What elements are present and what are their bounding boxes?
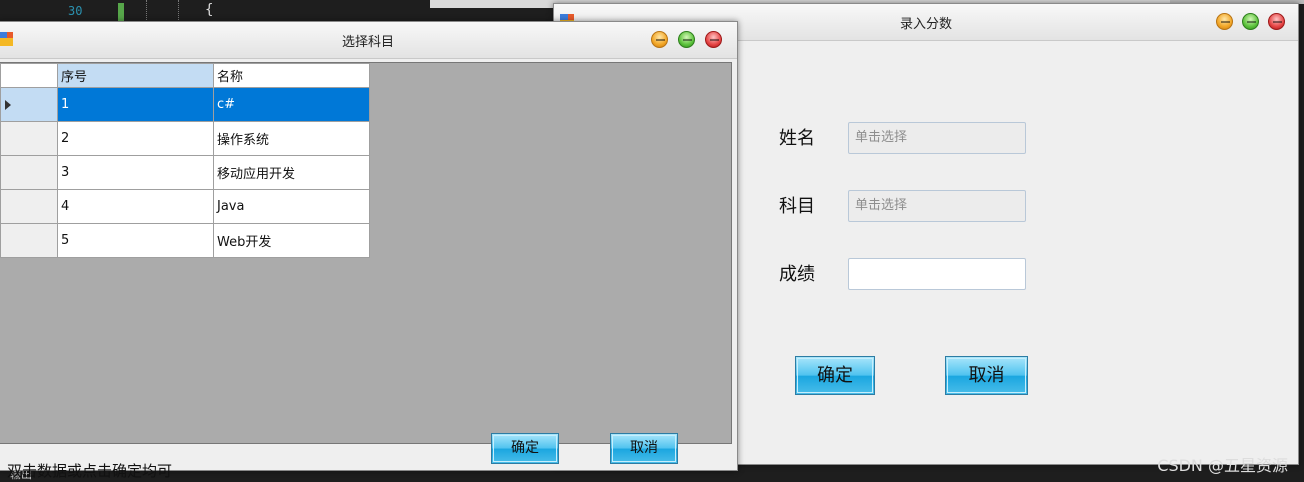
- table-row[interactable]: 1 c#: [0, 87, 370, 122]
- cell-id[interactable]: 3: [57, 155, 214, 190]
- ok-button[interactable]: 确定: [491, 433, 559, 464]
- maximize-button[interactable]: [1242, 13, 1259, 30]
- indent-guide: [178, 0, 180, 22]
- row-header[interactable]: [0, 189, 58, 224]
- column-header-id[interactable]: 序号: [57, 63, 214, 88]
- subject-grid: 序号 名称 1 c# 2 操作系统 3 移动应用开发 4 Java 5 Web开…: [0, 63, 370, 258]
- ok-button[interactable]: 确定: [795, 356, 875, 395]
- minimize-button[interactable]: [651, 31, 668, 48]
- row-header[interactable]: [0, 87, 58, 122]
- column-header-name[interactable]: 名称: [213, 63, 370, 88]
- window-title: 选择科目: [341, 35, 394, 50]
- row-header[interactable]: [0, 121, 58, 156]
- code-brace: {: [205, 2, 214, 18]
- cell-id[interactable]: 1: [57, 87, 214, 122]
- row-header[interactable]: [0, 155, 58, 190]
- hint-text: 双击数据或点击确定均可: [7, 462, 173, 480]
- cell-name[interactable]: 操作系统: [213, 121, 370, 156]
- subject-window-titlebar[interactable]: 选择科目: [0, 22, 737, 59]
- cell-id[interactable]: 5: [57, 223, 214, 258]
- cell-name[interactable]: c#: [213, 87, 370, 122]
- change-indicator: [118, 3, 124, 21]
- row-header[interactable]: [0, 223, 58, 258]
- subject-label: 科目: [779, 196, 815, 217]
- table-row[interactable]: 3 移动应用开发: [0, 155, 370, 190]
- cell-id[interactable]: 2: [57, 121, 214, 156]
- cell-name[interactable]: 移动应用开发: [213, 155, 370, 190]
- name-field[interactable]: 单击选择: [848, 122, 1026, 154]
- cancel-button[interactable]: 取消: [610, 433, 678, 464]
- table-row[interactable]: 4 Java: [0, 189, 370, 224]
- cancel-button[interactable]: 取消: [945, 356, 1028, 395]
- subject-picker-window: 选择科目 序号 名称 1 c# 2 操作系统 3 移动应用开发 4 Java 5…: [0, 21, 738, 480]
- current-row-arrow-icon: [5, 100, 11, 110]
- close-button[interactable]: [1268, 13, 1285, 30]
- indent-guide: [146, 0, 148, 22]
- maximize-button[interactable]: [678, 31, 695, 48]
- score-label: 成绩: [779, 264, 815, 285]
- row-header-corner[interactable]: [0, 63, 58, 88]
- table-row[interactable]: 2 操作系统: [0, 121, 370, 156]
- close-button[interactable]: [705, 31, 722, 48]
- cell-id[interactable]: 4: [57, 189, 214, 224]
- subject-grid-area: 序号 名称 1 c# 2 操作系统 3 移动应用开发 4 Java 5 Web开…: [0, 62, 732, 444]
- subject-field[interactable]: 单击选择: [848, 190, 1026, 222]
- minimize-button[interactable]: [1216, 13, 1233, 30]
- table-row[interactable]: 5 Web开发: [0, 223, 370, 258]
- line-number: 30: [68, 4, 83, 18]
- cell-name[interactable]: Java: [213, 189, 370, 224]
- name-label: 姓名: [779, 128, 815, 149]
- watermark: CSDN @五星资源: [1157, 456, 1288, 475]
- grid-header-row: 序号 名称: [0, 63, 370, 88]
- cell-name[interactable]: Web开发: [213, 223, 370, 258]
- score-input[interactable]: [848, 258, 1026, 290]
